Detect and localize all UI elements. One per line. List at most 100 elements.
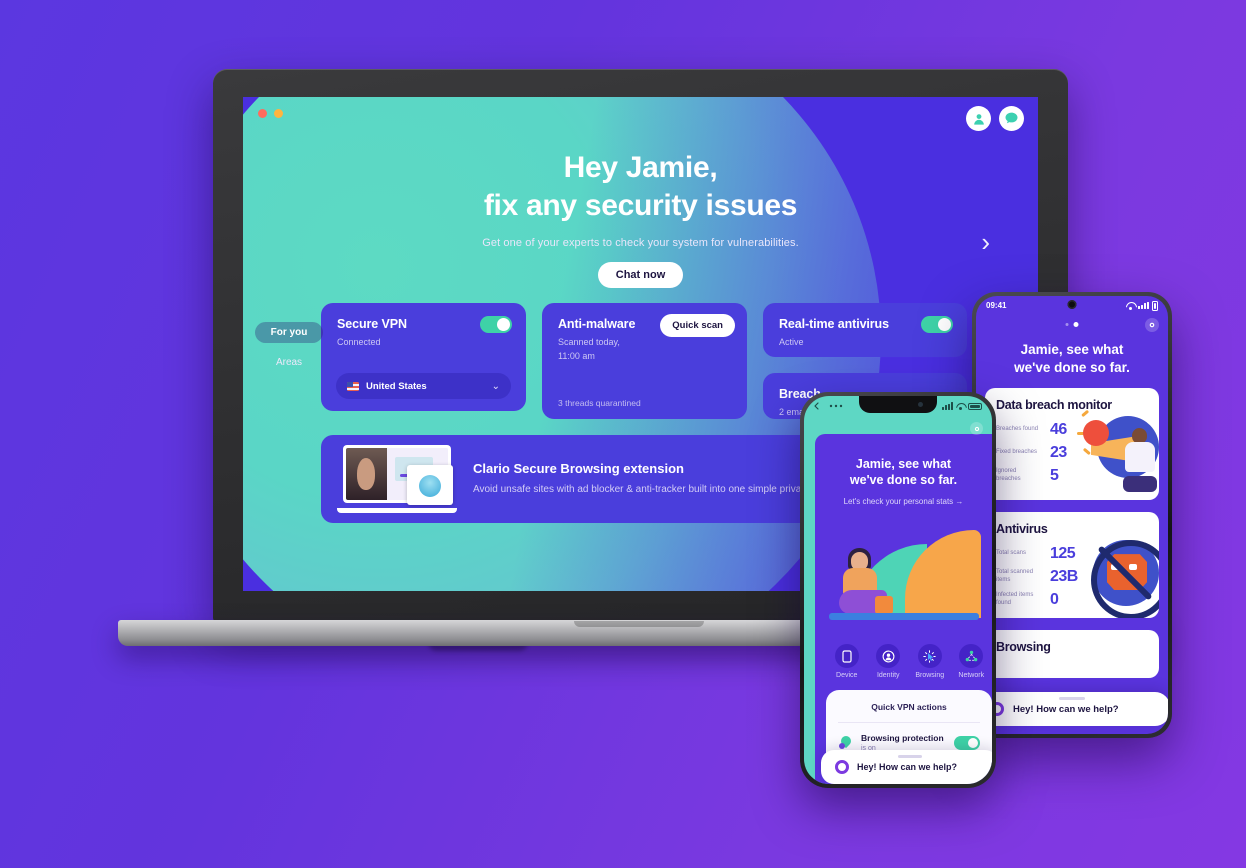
battery-icon — [968, 402, 982, 410]
card-scan-line-2: 11:00 am — [558, 351, 595, 362]
sidebar-item-areas[interactable]: Areas — [255, 357, 323, 368]
card-scan-line-1: Scanned today, — [558, 337, 620, 347]
stat-value: 23 — [1050, 443, 1067, 461]
tab-identity[interactable]: Identity — [868, 644, 910, 679]
page-dots[interactable] — [1065, 322, 1079, 327]
android-heading-line-1: Jamie, see what — [1020, 342, 1124, 357]
status-time: 09:41 — [986, 301, 1007, 310]
card-footer: 3 threads quarantined — [558, 398, 641, 408]
cursor-icon — [917, 644, 942, 668]
gear-icon[interactable] — [1145, 318, 1159, 332]
card-title: Antivirus — [996, 522, 1048, 537]
iphone-heading-line-2: we've done so far. — [849, 473, 958, 488]
card-title: Browsing — [996, 640, 1051, 655]
vpn-toggle[interactable] — [480, 316, 512, 333]
account-icon[interactable] — [966, 106, 991, 131]
sidebar-item-for-you[interactable]: For you — [255, 322, 323, 343]
card-browsing[interactable]: Browsing — [985, 630, 1159, 679]
signal-icon — [942, 402, 953, 410]
iphone-chat-bar[interactable]: Hey! How can we help? — [821, 750, 992, 784]
sheet-title: Quick VPN actions — [871, 702, 947, 712]
android-chat-bar[interactable]: Hey! How can we help? — [976, 692, 1168, 726]
stat-label: Total scanned items — [996, 569, 1034, 583]
row-title: Browsing protection — [861, 733, 944, 743]
chat-prompt: Hey! How can we help? — [857, 762, 958, 772]
tab-browsing[interactable]: Browsing — [909, 644, 951, 679]
chat-prompt: Hey! How can we help? — [1013, 703, 1119, 715]
chat-now-button[interactable]: Chat now — [597, 262, 684, 289]
showcase-canvas: Hey Jamie, fix any security issues Get o… — [0, 0, 1246, 868]
quick-scan-button[interactable]: Quick scan — [660, 314, 735, 337]
country-select[interactable]: United States ⌄ — [336, 373, 511, 399]
country-label: United States — [366, 380, 427, 392]
stat-label: Total scans — [996, 549, 1027, 556]
signal-icon — [1138, 301, 1149, 310]
assistant-icon — [835, 760, 849, 774]
stat-label: Infected items found — [996, 592, 1034, 606]
tab-label: Identity — [876, 672, 900, 679]
network-icon — [959, 644, 984, 668]
android-heading: Jamie, see what we've done so far. — [976, 335, 1168, 376]
hero-line-2: fix any security issues — [483, 189, 798, 223]
android-status-bar: 09:41 — [976, 296, 1168, 315]
hero-section: Hey Jamie, fix any security issues Get o… — [243, 149, 1038, 289]
hero-line-1: Hey Jamie, — [563, 151, 718, 184]
gear-icon[interactable] — [970, 422, 983, 435]
chat-icon[interactable] — [999, 106, 1024, 131]
stat-value: 5 — [1050, 466, 1059, 484]
stat-value: 125 — [1050, 544, 1076, 562]
minimize-dot[interactable] — [274, 109, 283, 118]
virus-blocked-illustration — [1085, 536, 1159, 619]
drag-handle[interactable] — [1059, 697, 1085, 700]
stat-label: Fixed breaches — [996, 448, 1038, 455]
stat-value: 0 — [1050, 590, 1059, 608]
megaphone-illustration — [1077, 409, 1159, 493]
identity-icon — [876, 644, 901, 668]
browsing-protection-row[interactable]: Browsing protection is on — [826, 723, 992, 752]
stat-value: 23B — [1050, 567, 1078, 585]
window-controls[interactable] — [258, 109, 283, 118]
tab-label: Browsing — [915, 672, 945, 679]
stat-label: Breaches found — [996, 425, 1039, 432]
card-secure-vpn[interactable]: Secure VPN Connected United States ⌄ — [321, 303, 526, 411]
chevron-right-icon[interactable]: › — [981, 229, 990, 255]
iphone-heading-line-1: Jamie, see what — [855, 457, 952, 471]
android-subbar — [976, 315, 1168, 335]
card-status: Connected — [337, 337, 381, 347]
browsing-protection-toggle[interactable] — [954, 735, 980, 750]
tab-network[interactable]: Network — [951, 644, 993, 679]
chevron-down-icon[interactable]: ⌄ — [492, 381, 500, 392]
iphone-device: Jamie, see what we've done so far. Let's… — [800, 392, 996, 788]
iphone-subtitle[interactable]: Let's check your personal stats → — [815, 497, 992, 506]
tab-device[interactable]: Device — [826, 644, 868, 679]
card-realtime-antivirus[interactable]: Real-time antivirus Active — [763, 303, 967, 357]
iphone-content: Jamie, see what we've done so far. Let's… — [815, 434, 992, 784]
shield-icon — [838, 735, 853, 750]
close-dot[interactable] — [258, 109, 267, 118]
iphone-illustration — [823, 522, 984, 620]
stat-label: Ignored breaches — [996, 468, 1021, 482]
card-anti-malware[interactable]: Anti-malware Scanned today, 11:00 am Qui… — [542, 303, 747, 419]
iphone-screen: Jamie, see what we've done so far. Let's… — [804, 396, 992, 784]
page-title: Hey Jamie, fix any security issues — [243, 149, 1038, 225]
battery-icon — [1152, 300, 1158, 311]
camera-punch-hole — [1067, 300, 1077, 309]
extension-thumbnail — [337, 445, 457, 513]
wifi-icon — [1126, 302, 1135, 310]
phone-icon — [834, 644, 859, 668]
card-antivirus[interactable]: Antivirus Total scans 125 Total scanned … — [985, 512, 1159, 619]
sidebar-nav: For you Areas — [255, 322, 323, 368]
hero-subtitle: Get one of your experts to check your sy… — [482, 237, 799, 250]
android-screen: 09:41 Jamie, see what we've done so far.… — [976, 296, 1168, 734]
header-icons — [966, 106, 1024, 131]
iphone-frame: Jamie, see what we've done so far. Let's… — [800, 392, 996, 788]
dots-icon — [829, 404, 843, 408]
flag-icon — [347, 381, 359, 391]
android-heading-line-2: we've done so far. — [1014, 359, 1130, 375]
card-data-breach-monitor[interactable]: Data breach monitor Breaches found 46 Fi… — [985, 388, 1159, 501]
card-status: Active — [779, 337, 804, 347]
drag-handle[interactable] — [897, 755, 922, 758]
android-device: 09:41 Jamie, see what we've done so far.… — [972, 292, 1172, 738]
antivirus-toggle[interactable] — [921, 316, 953, 333]
wifi-icon — [956, 403, 965, 410]
